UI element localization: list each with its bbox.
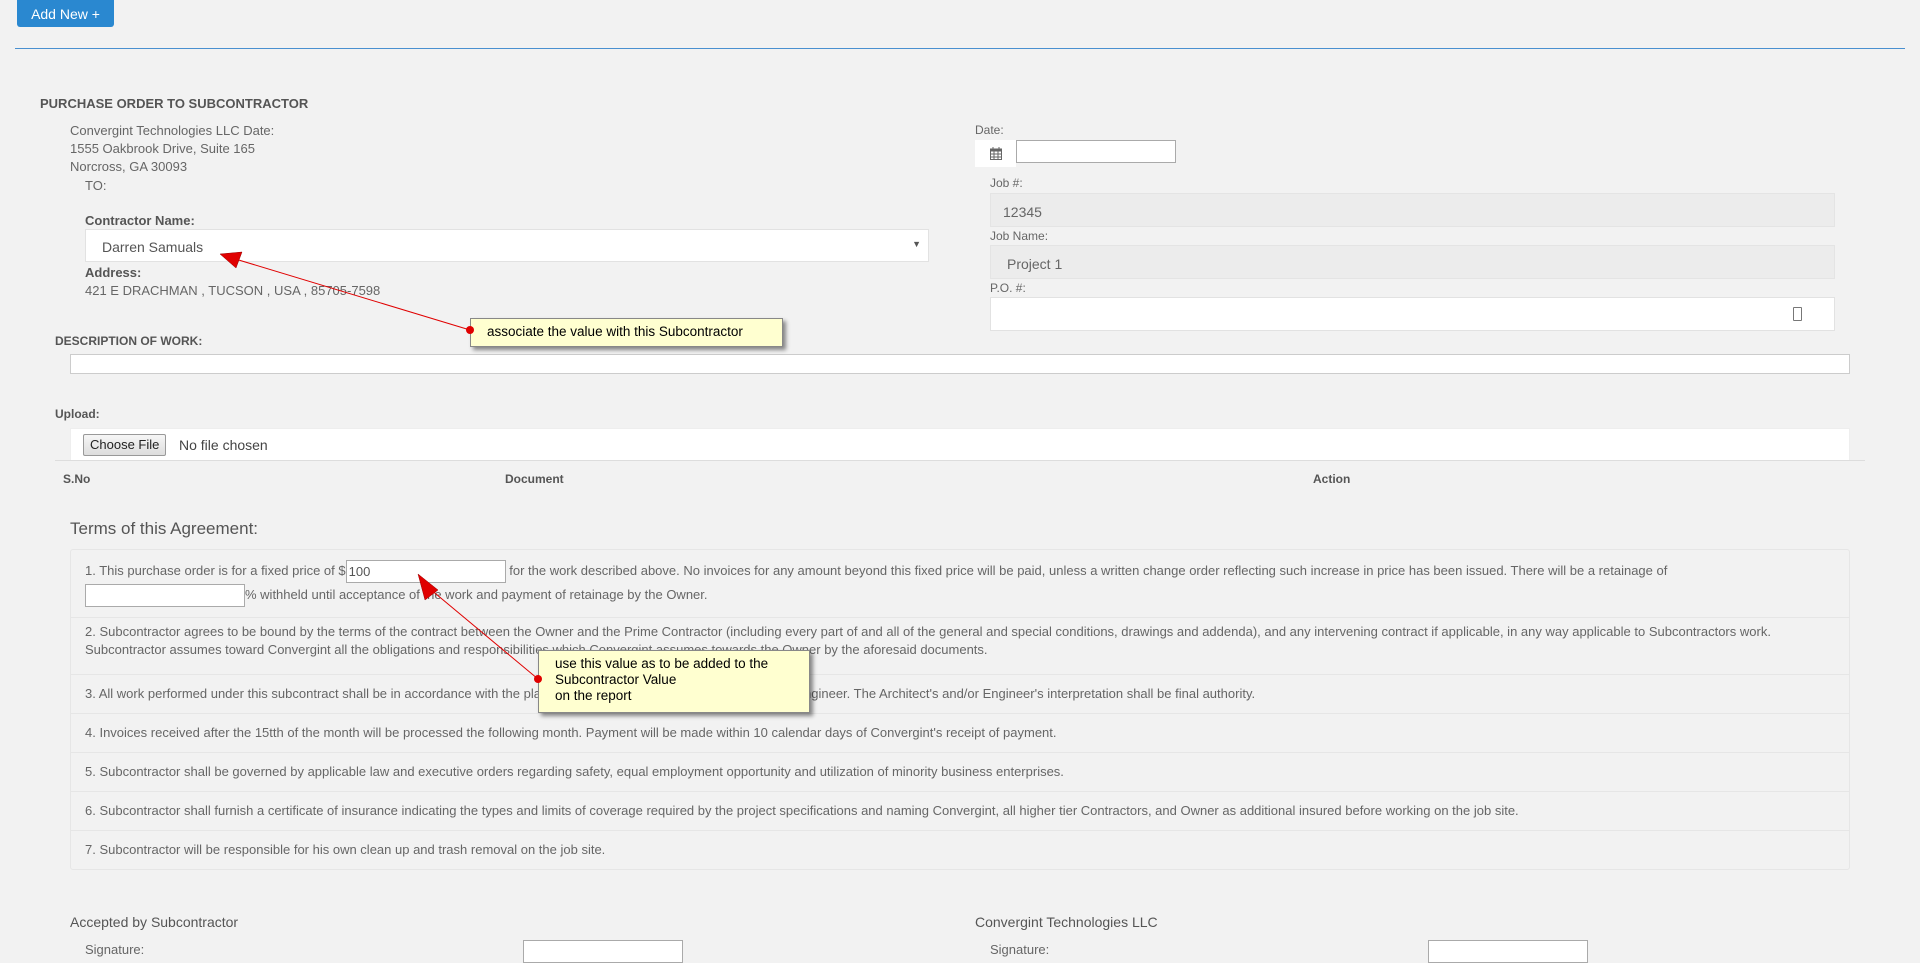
term-item: 6. Subcontractor shall furnish a certifi…	[71, 792, 1849, 831]
address-value: 421 E DRACHMAN , TUCSON , USA , 85705-75…	[85, 283, 381, 298]
company-line: Convergint Technologies LLC Date:	[70, 123, 275, 138]
upload-label: Upload:	[55, 407, 100, 421]
job-number-value: 12345	[1003, 204, 1042, 220]
description-input[interactable]	[70, 354, 1850, 374]
term-text: % withheld until acceptance of the work …	[245, 587, 708, 603]
po-number-input[interactable]	[990, 297, 1835, 331]
column-header-sno: S.No	[63, 472, 91, 486]
accepted-by-heading: Accepted by Subcontractor	[70, 914, 239, 930]
company-signature-input[interactable]	[1428, 940, 1588, 963]
terms-panel: 1. This purchase order is for a fixed pr…	[70, 549, 1850, 870]
job-name-field: Project 1	[990, 245, 1835, 279]
callout-text: associate the value with this Subcontrac…	[487, 324, 743, 339]
date-input[interactable]	[1016, 140, 1176, 163]
term-text: 2. Subcontractor agrees to be bound by t…	[85, 624, 1771, 657]
company-line: 1555 Oakbrook Drive, Suite 165	[70, 141, 255, 156]
job-name-label: Job Name:	[990, 229, 1049, 243]
term-item: 2. Subcontractor agrees to be bound by t…	[71, 618, 1849, 675]
column-header-action: Action	[1313, 472, 1351, 486]
page-title: PURCHASE ORDER TO SUBCONTRACTOR	[40, 96, 309, 111]
term-item: 7. Subcontractor will be responsible for…	[71, 831, 1849, 870]
job-name-value: Project 1	[1007, 256, 1063, 272]
annotation-callout: associate the value with this Subcontrac…	[470, 318, 783, 347]
description-label: DESCRIPTION OF WORK:	[55, 334, 203, 348]
callout-text: on the report	[555, 688, 632, 703]
subcontractor-signature-input[interactable]	[523, 940, 683, 963]
column-header-document: Document	[505, 472, 564, 486]
fixed-price-input[interactable]: 100	[345, 560, 506, 584]
job-number-label: Job #:	[990, 176, 1023, 190]
term-text: 6. Subcontractor shall furnish a certifi…	[85, 803, 1519, 818]
term-item: 4. Invoices received after the 15tth of …	[71, 714, 1849, 753]
callout-text: Subcontractor Value	[555, 672, 677, 687]
term-text: 5. Subcontractor shall be governed by ap…	[85, 764, 1064, 779]
divider	[15, 48, 1905, 49]
password-manager-icon[interactable]	[1793, 307, 1802, 321]
callout-text: use this value as to be added to the	[555, 656, 769, 671]
calendar-icon[interactable]	[975, 140, 1016, 167]
term-text: 7. Subcontractor will be responsible for…	[85, 842, 606, 857]
company-signature-heading: Convergint Technologies LLC	[975, 914, 1158, 930]
chevron-down-icon: ▼	[912, 239, 921, 249]
add-new-button[interactable]: Add New +	[17, 0, 114, 27]
po-number-label: P.O. #:	[990, 281, 1026, 295]
term-text: 1. This purchase order is for a fixed pr…	[85, 563, 346, 578]
job-number-field: 12345	[990, 193, 1835, 227]
term-item: 5. Subcontractor shall be governed by ap…	[71, 753, 1849, 792]
address-label: Address:	[85, 265, 142, 280]
no-file-text: No file chosen	[179, 437, 268, 453]
date-label: Date:	[975, 123, 1004, 137]
contractor-name-label: Contractor Name:	[85, 213, 195, 228]
to-label: TO:	[85, 178, 107, 193]
terms-heading: Terms of this Agreement:	[70, 519, 259, 538]
term-item: 1. This purchase order is for a fixed pr…	[71, 550, 1849, 618]
term-text: for the work described above. No invoice…	[505, 563, 1668, 578]
term-item: 3. All work performed under this subcont…	[71, 675, 1849, 714]
choose-file-button[interactable]: Choose File	[83, 434, 167, 456]
retainage-input[interactable]	[85, 584, 245, 608]
company-line: Norcross, GA 30093	[70, 159, 188, 174]
contractor-select[interactable]: Darren Samuals ▼	[85, 229, 929, 262]
annotation-callout: use this value as to be added to the Sub…	[538, 650, 810, 713]
term-text: 4. Invoices received after the 15tth of …	[85, 725, 1057, 740]
file-upload[interactable]: Choose File No file chosen	[70, 428, 1850, 461]
contractor-select-value: Darren Samuals	[102, 239, 204, 255]
table-divider	[55, 460, 1865, 461]
